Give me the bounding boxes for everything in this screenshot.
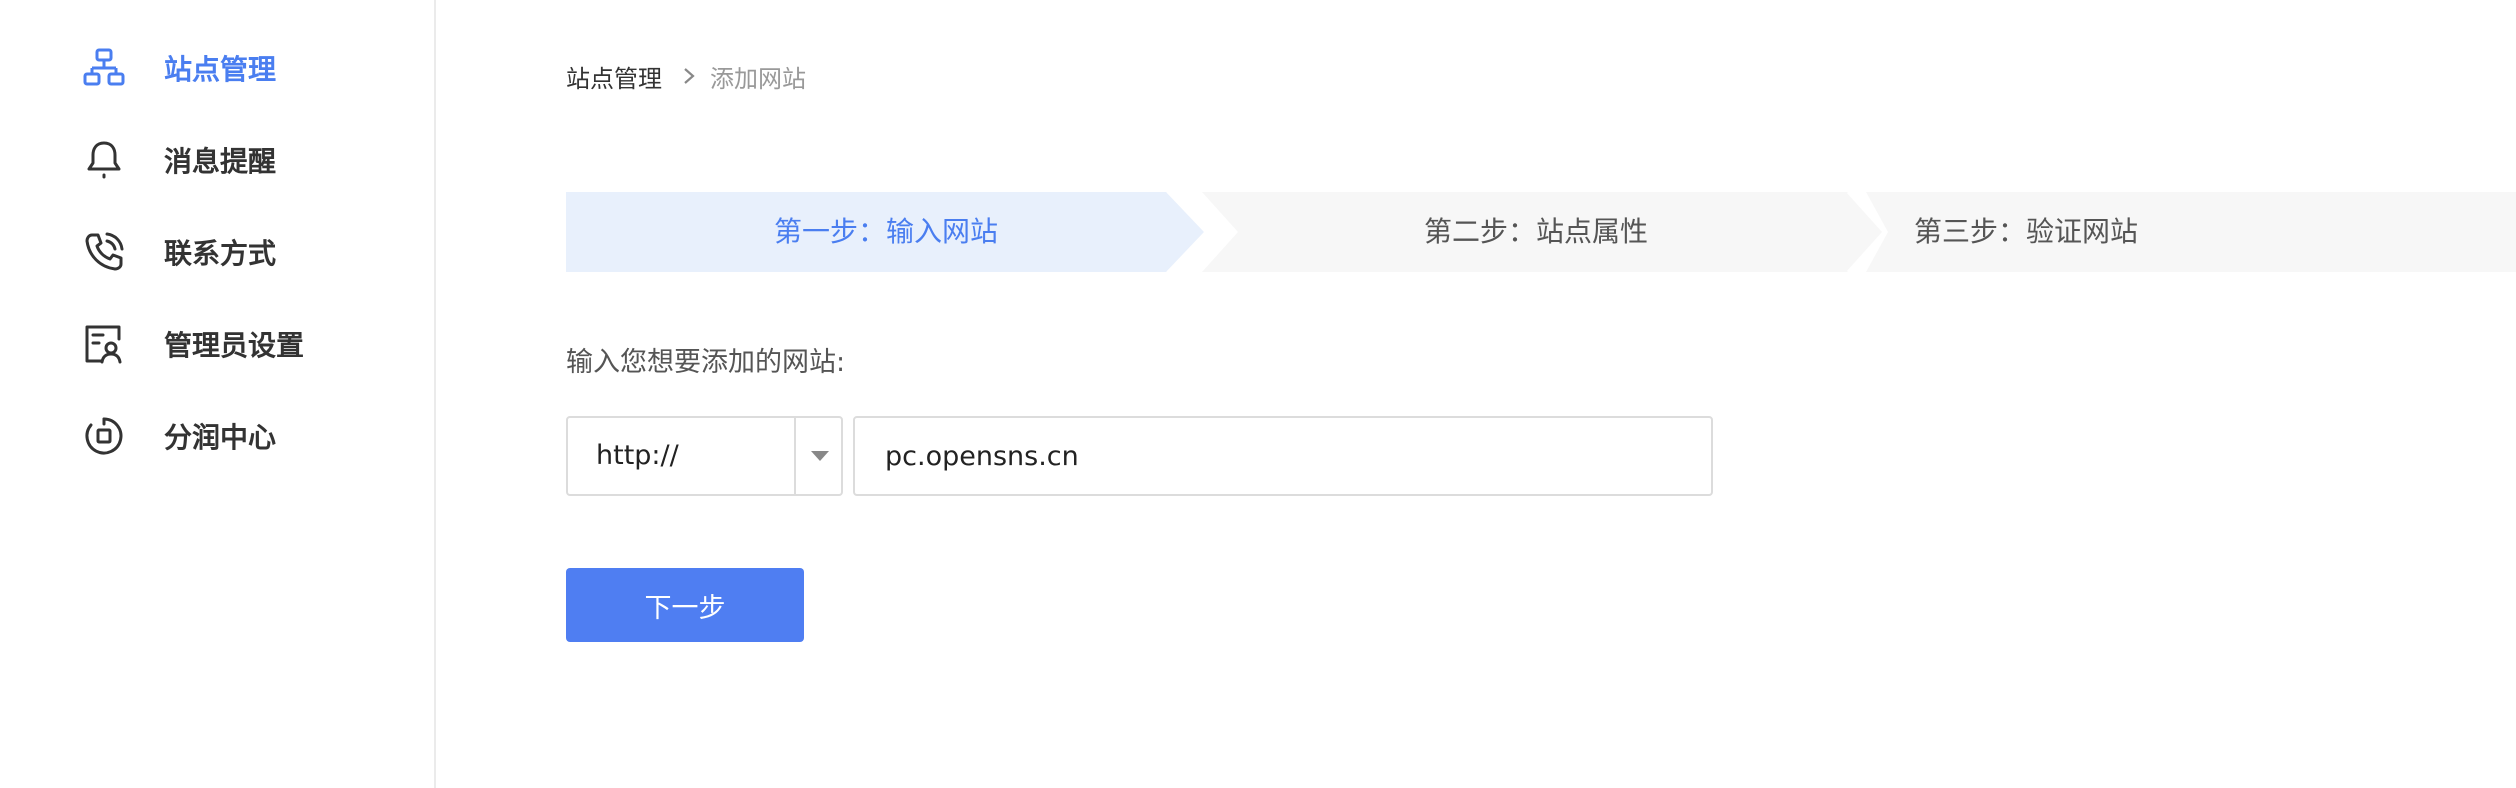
breadcrumb: 站点管理 添加网站 — [566, 58, 806, 94]
sidebar-item-label: 站点管理 — [164, 53, 277, 86]
sidebar: 站点管理 消息提醒 联系方式 管理员设置 分润中心 — [0, 0, 436, 788]
url-prompt-label: 输入您想要添加的网站: — [566, 347, 846, 378]
step-3-label: 第三步：验证网站 — [1914, 215, 2139, 248]
sidebar-item-notifications[interactable]: 消息提醒 — [82, 130, 382, 190]
sidebar-item-admin-settings[interactable]: 管理员设置 — [82, 314, 382, 374]
step-2-label: 第二步：站点属性 — [1423, 215, 1648, 248]
next-step-button[interactable]: 下一步 — [566, 568, 804, 642]
sidebar-item-label: 消息提醒 — [164, 145, 277, 178]
profit-share-icon — [82, 414, 126, 458]
caret-down-icon[interactable] — [796, 418, 843, 494]
url-input[interactable] — [853, 416, 1713, 496]
chevron-right-icon — [682, 66, 696, 86]
protocol-select[interactable]: http:// — [566, 416, 843, 496]
step-1-label: 第一步：输入网站 — [773, 215, 998, 248]
sidebar-item-label: 联系方式 — [164, 237, 277, 270]
admin-user-icon — [82, 322, 126, 366]
bell-icon — [82, 138, 126, 182]
phone-icon — [82, 230, 126, 274]
sidebar-item-label: 管理员设置 — [164, 329, 305, 362]
sidebar-item-label: 分润中心 — [164, 421, 277, 454]
sidebar-item-profit-center[interactable]: 分润中心 — [82, 406, 382, 466]
sitemap-icon — [82, 46, 126, 90]
breadcrumb-parent-link[interactable]: 站点管理 — [566, 59, 662, 94]
breadcrumb-current: 添加网站 — [710, 64, 806, 93]
step-progress-bar: 第一步：输入网站 第二步：站点属性 第三步：验证网站 — [566, 192, 2516, 272]
sidebar-item-contact[interactable]: 联系方式 — [82, 222, 382, 282]
protocol-select-value: http:// — [596, 440, 679, 471]
sidebar-item-site-management[interactable]: 站点管理 — [82, 38, 382, 98]
